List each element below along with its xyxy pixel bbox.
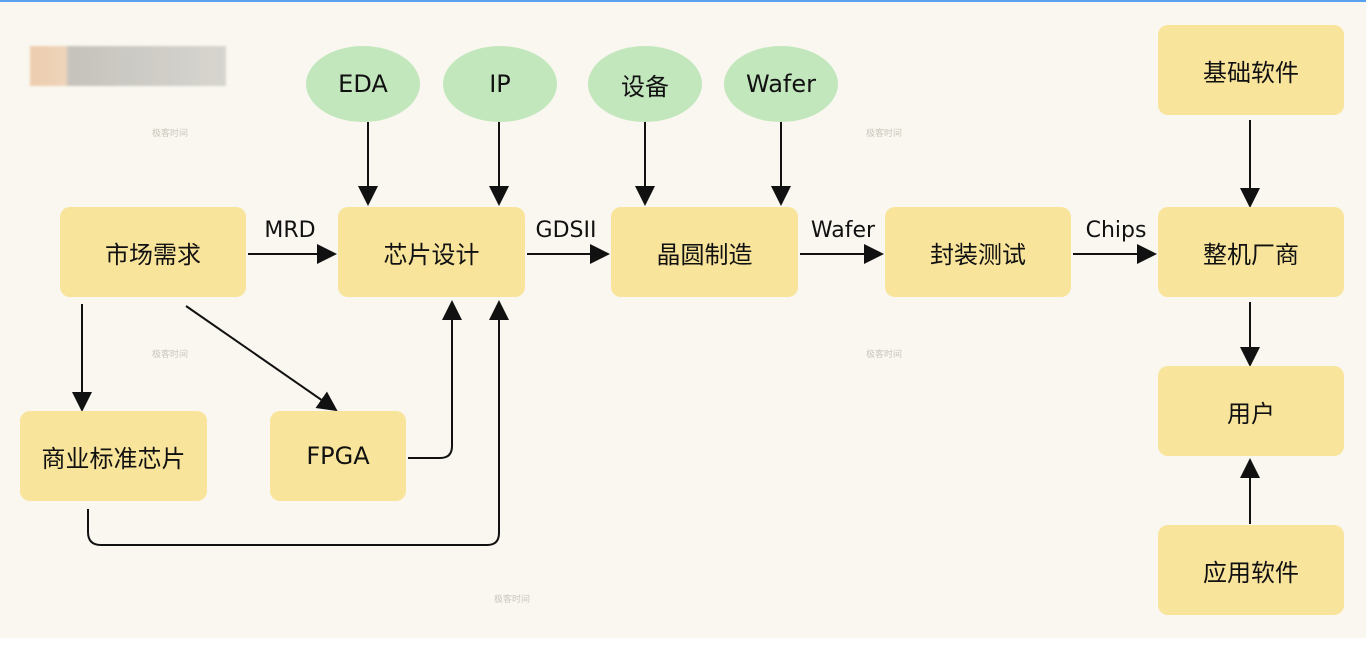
input-equipment: 设备 [588,46,702,122]
edge-label-mrd: MRD [264,218,316,243]
node-packaging: 封装测试 [885,207,1071,297]
node-market: 市场需求 [60,207,246,297]
input-eda: EDA [306,46,420,122]
edge-label-wafer: Wafer [810,218,876,243]
edge-label-gdsii: GDSII [535,218,597,243]
input-wafer: Wafer [724,46,838,122]
input-ip: IP [443,46,557,122]
arrow-market-fpga [185,305,338,412]
node-design: 芯片设计 [338,207,525,297]
node-base-software: 基础软件 [1158,25,1344,115]
node-user: 用户 [1158,366,1344,456]
node-standard-chip: 商业标准芯片 [20,411,207,501]
node-app-software: 应用软件 [1158,525,1344,615]
arrow-fpga-design [408,300,462,459]
node-fab: 晶圆制造 [611,207,798,297]
edge-label-chips: Chips [1085,218,1147,243]
node-oem: 整机厂商 [1158,207,1344,297]
node-fpga: FPGA [270,411,406,501]
diagram-canvas: 极客时间 极客时间 极客时间 极客时间 极客时间 极客时间 MRD GDSII … [0,0,1366,638]
